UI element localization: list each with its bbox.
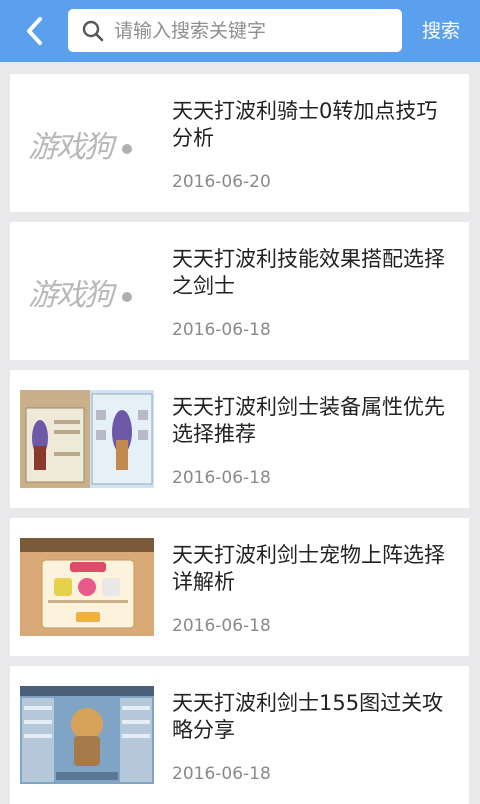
back-button[interactable] — [14, 12, 54, 50]
logo-watermark: 游戏狗 — [28, 278, 114, 313]
thumbnail-logo: 游戏狗 — [20, 242, 154, 340]
article-date: 2016-06-20 — [172, 172, 271, 192]
search-button[interactable]: 搜索 — [414, 14, 468, 48]
thumbnail-logo: 游戏狗 — [20, 94, 154, 192]
logo-watermark: 游戏狗 — [28, 130, 114, 165]
chevron-left-icon — [27, 17, 42, 45]
search-icon — [82, 20, 104, 42]
top-bar: 搜索 — [0, 0, 480, 62]
thumbnail-pet-screenshot — [20, 538, 154, 636]
article-title: 天天打波利技能效果搭配选择之剑士 — [172, 247, 445, 298]
list-item[interactable]: 天天打波利剑士宠物上阵选择详解析 2016-06-18 — [10, 518, 469, 656]
list-item[interactable]: 游戏狗 天天打波利骑士0转加点技巧分析 2016-06-20 — [10, 74, 469, 212]
logo-dot — [122, 292, 132, 302]
thumbnail-character-screenshot — [20, 686, 154, 784]
article-title: 天天打波利剑士155图过关攻略分享 — [172, 691, 444, 742]
article-title: 天天打波利剑士装备属性优先选择推荐 — [172, 395, 445, 446]
thumbnail-equipment-screenshot — [20, 390, 154, 488]
article-date: 2016-06-18 — [172, 764, 271, 784]
article-title: 天天打波利骑士0转加点技巧分析 — [172, 99, 438, 150]
logo-dot — [122, 144, 132, 154]
list-item[interactable]: 天天打波利剑士155图过关攻略分享 2016-06-18 — [10, 666, 469, 804]
list-item[interactable]: 游戏狗 天天打波利技能效果搭配选择之剑士 2016-06-18 — [10, 222, 469, 360]
list-item[interactable]: 天天打波利剑士装备属性优先选择推荐 2016-06-18 — [10, 370, 469, 508]
article-date: 2016-06-18 — [172, 320, 271, 340]
search-input[interactable] — [112, 8, 396, 53]
article-date: 2016-06-18 — [172, 616, 271, 636]
search-box[interactable] — [68, 8, 402, 53]
article-title: 天天打波利剑士宠物上阵选择详解析 — [172, 543, 445, 594]
article-date: 2016-06-18 — [172, 468, 271, 488]
